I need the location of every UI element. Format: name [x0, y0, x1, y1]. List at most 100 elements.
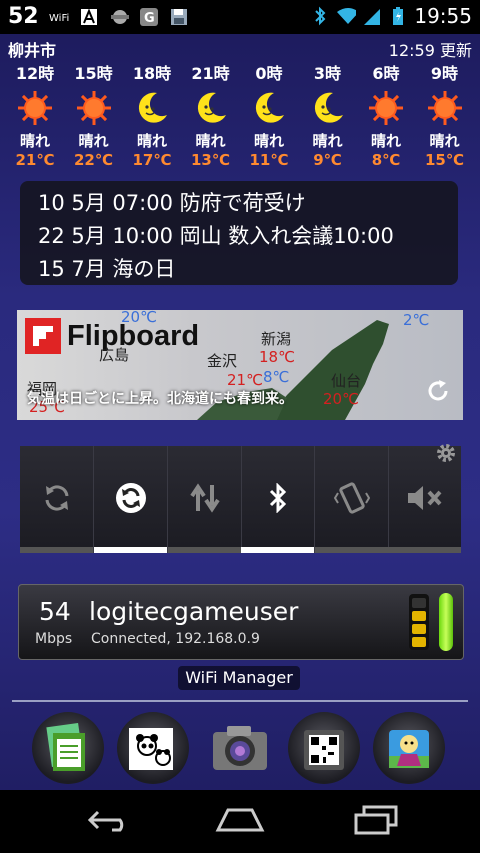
- wifi-signal-icon: [336, 6, 357, 26]
- map-label: 2℃: [403, 311, 430, 329]
- home-icon: [214, 806, 266, 838]
- sun-icon: [6, 88, 64, 128]
- forecast-hour: 12時: [15, 64, 55, 83]
- refresh-icon[interactable]: [425, 378, 451, 408]
- map-label: 広島: [99, 346, 130, 364]
- svg-text:G: G: [144, 11, 155, 26]
- sync-icon: [41, 482, 73, 518]
- toggle-indicator: [241, 547, 314, 553]
- wifi-manager-label: WiFi Manager: [178, 666, 300, 690]
- calendar-widget[interactable]: 10 5月 07:00 防府で荷受け 22 5月 10:00 岡山 数入れ会議1…: [20, 181, 458, 285]
- toggle-indicator: [388, 547, 461, 553]
- vibrate-icon: [333, 481, 370, 519]
- weather-widget[interactable]: 柳井市 12:59 更新 12時 晴れ 21℃ 15時 晴れ 22℃ 18時 晴れ 17℃ 21時…: [0, 34, 480, 174]
- flipboard-widget[interactable]: Flipboard 20℃ 新潟 2℃ 金沢 18℃ 広島 21℃ 8℃ 仙台 …: [17, 310, 463, 420]
- toggle-data[interactable]: [168, 446, 242, 553]
- map-label: 20℃: [121, 310, 157, 326]
- connection-status: Connected, 192.168.0.9: [91, 631, 260, 647]
- notes-folder-icon[interactable]: [32, 712, 104, 784]
- data-arrows-icon: [188, 481, 222, 519]
- forecast-hour: 6時: [372, 64, 400, 83]
- calendar-event[interactable]: 22 5月 10:00 岡山 数入れ会議10:00: [38, 220, 394, 250]
- updated-time: 12:59 更新: [388, 41, 472, 60]
- forecast-condition: 晴れ: [195, 132, 226, 150]
- sun-icon: [65, 88, 123, 128]
- forecast-column: 6時 晴れ 8℃: [357, 60, 415, 169]
- sun-icon: [416, 88, 474, 128]
- character-folder-icon[interactable]: [373, 712, 445, 784]
- robot-icon: [109, 7, 129, 27]
- forecast-condition: 晴れ: [253, 132, 284, 150]
- forecast-hour: 0時: [255, 64, 283, 83]
- gear-icon[interactable]: [435, 442, 457, 468]
- calendar-event[interactable]: 10 5月 07:00 防府で荷受け: [38, 187, 306, 217]
- map-label: 金沢: [207, 352, 238, 370]
- flipboard-caption[interactable]: 気温は日ごとに上昇。北海道にも春到来。: [27, 388, 293, 408]
- svg-text:WiFi: WiFi: [49, 13, 69, 24]
- wifi-toggle-bar[interactable]: [439, 593, 453, 651]
- map-label: 仙台: [331, 372, 362, 390]
- recent-apps-icon: [352, 805, 400, 839]
- forecast-temperature: 9℃: [313, 151, 342, 169]
- status-bar: 52 WiFi G 19:55: [0, 0, 480, 34]
- forecast-hour: 18時: [132, 64, 172, 83]
- map-label: 21℃: [227, 371, 263, 389]
- forecast-hour: 3時: [313, 64, 342, 83]
- dock-divider: [12, 700, 468, 702]
- wifi-tag-icon: WiFi: [49, 7, 69, 27]
- map-label: 新潟: [261, 330, 292, 348]
- map-label: 20℃: [323, 390, 359, 408]
- toggle-indicator: [20, 547, 93, 553]
- toggle-vibrate[interactable]: [315, 446, 389, 553]
- toggle-auto-rotate[interactable]: [94, 446, 168, 553]
- forecast-hour: 21時: [191, 64, 230, 83]
- moon-icon: [299, 88, 357, 128]
- map-label: 18℃: [259, 348, 295, 366]
- signal-segment: [412, 598, 426, 608]
- map-label: 8℃: [263, 368, 290, 386]
- mute-icon: [406, 483, 444, 517]
- city-label: 柳井市: [8, 41, 57, 60]
- notification-count: 52: [8, 4, 39, 29]
- camera-icon[interactable]: [204, 712, 276, 784]
- cell-signal-icon: [362, 6, 382, 26]
- g-icon: G: [139, 7, 159, 27]
- toggle-sync[interactable]: [20, 446, 94, 553]
- sun-icon: [357, 88, 415, 128]
- forecast-column: 3時晴れ 9℃: [299, 60, 357, 169]
- recent-apps-button[interactable]: [346, 805, 406, 839]
- forecast-column: 9時 晴れ 15℃: [416, 60, 474, 169]
- moon-icon: [123, 88, 181, 128]
- home-button[interactable]: [210, 806, 270, 838]
- save-icon: [169, 7, 189, 27]
- forecast-temperature: 13℃: [190, 151, 231, 169]
- forecast-condition: 晴れ: [312, 132, 343, 150]
- forecast-column: 0時 晴れ 11℃: [240, 60, 298, 169]
- forecast-temperature: 17℃: [132, 151, 172, 169]
- panda-folder-icon[interactable]: [117, 712, 189, 784]
- forecast-condition: 晴れ: [19, 132, 50, 150]
- toggle-indicator: [315, 547, 388, 553]
- wifi-manager-widget[interactable]: 54 Mbps logitecgameuser Connected, 192.1…: [18, 584, 464, 660]
- bluetooth-icon: [310, 6, 330, 26]
- signal-segment: [412, 637, 426, 647]
- moon-icon: [182, 88, 240, 128]
- forecast-hour: 9時: [430, 64, 459, 83]
- calendar-event[interactable]: 15 7月 海の日: [38, 253, 175, 283]
- back-icon: [84, 806, 132, 838]
- forecast-temperature: 21℃: [15, 151, 55, 169]
- clock: 19:55: [414, 4, 472, 28]
- quick-toggles-widget: [20, 444, 461, 553]
- forecast-condition: 晴れ: [78, 132, 109, 150]
- rotate-icon: [114, 481, 148, 519]
- forecast-temperature: 8℃: [371, 151, 401, 169]
- navigation-bar: [0, 790, 480, 853]
- toggle-bluetooth[interactable]: [241, 446, 315, 553]
- signal-segment: [412, 611, 426, 621]
- forecast-condition: 晴れ: [136, 132, 167, 150]
- back-button[interactable]: [78, 806, 138, 838]
- battery-icon: [388, 6, 408, 26]
- qr-folder-icon[interactable]: [288, 712, 360, 784]
- toggle-indicator: [94, 547, 167, 553]
- link-speed: 54: [39, 597, 71, 626]
